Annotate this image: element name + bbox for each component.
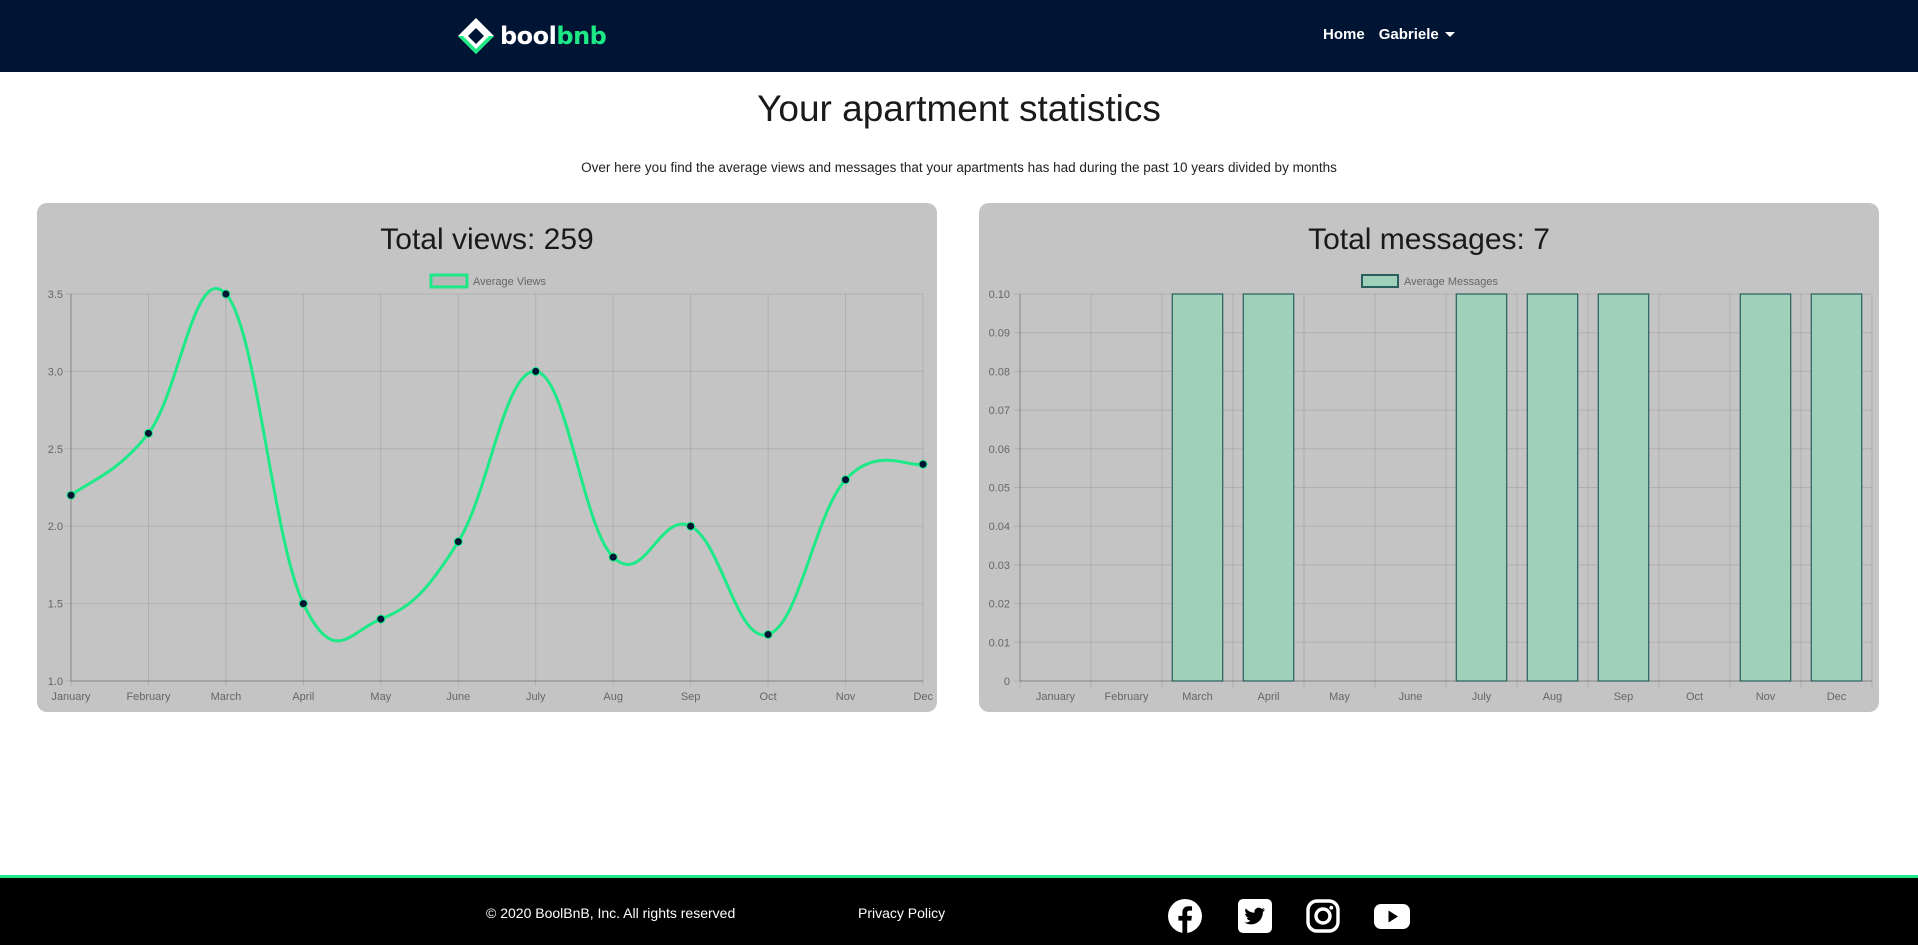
x-tick-label: June [446,691,470,703]
x-tick-label: Nov [1756,691,1776,703]
y-tick-label: 1.0 [48,676,63,688]
bar[interactable] [1526,293,1579,682]
y-tick-label: 0.07 [989,405,1010,417]
views-chart-card: 1.0 1.5 2.0 2.5 3.0 3.5 January February March Ap… [37,203,937,712]
y-tick-label: 0 [1004,676,1010,688]
x-tick-label: Aug [1543,691,1563,703]
user-menu-toggle[interactable]: Gabriele [1379,26,1455,43]
twitter-icon[interactable] [1237,898,1273,934]
x-tick-label: January [51,691,91,703]
x-tick-label: Aug [603,691,623,703]
y-tick-label: 0.01 [989,637,1010,649]
y-tick-label: 3.0 [48,366,63,378]
facebook-icon[interactable] [1167,898,1203,934]
data-point[interactable] [763,630,773,640]
privacy-policy-link[interactable]: Privacy Policy [858,905,945,921]
x-tick-label: Dec [1827,691,1847,703]
series-line [70,287,924,643]
bar[interactable] [1810,293,1863,682]
data-point[interactable] [608,552,618,562]
y-tick-label: 0.10 [989,289,1010,301]
brand-logo[interactable]: boolbnb [456,16,607,56]
navbar: boolbnb Home Gabriele [0,0,1918,72]
bar[interactable] [1242,293,1295,682]
x-tick-label: June [1399,691,1423,703]
bar[interactable] [1455,293,1508,682]
instagram-icon[interactable] [1305,898,1341,934]
x-tick-label: March [211,691,242,703]
nav-links: Home Gabriele [1323,26,1455,43]
legend-swatch[interactable] [1361,274,1399,288]
data-point[interactable] [66,490,76,500]
legend-swatch[interactable] [429,273,469,289]
y-tick-label: 0.02 [989,599,1010,611]
x-tick-label: July [1472,691,1492,703]
y-tick-label: 2.5 [48,444,63,456]
data-point[interactable] [221,289,231,299]
x-tick-label: February [126,691,171,703]
x-tick-label: May [1329,691,1350,703]
x-tick-label: April [292,691,314,703]
y-tick-label: 0.06 [989,444,1010,456]
x-tick-label: March [1182,691,1213,703]
x-tick-label: Dec [913,691,933,703]
x-tick-label: April [1257,691,1279,703]
messages-card-title: Total messages: 7 [1308,223,1550,256]
y-tick-label: 2.0 [48,521,63,533]
nav-home-link[interactable]: Home [1323,26,1365,43]
y-tick-label: 0.04 [989,521,1010,533]
brand-name: boolbnb [500,22,607,50]
x-tick-label: February [1104,691,1149,703]
legend-label: Average Messages [1404,276,1498,288]
data-point[interactable] [376,614,386,624]
y-tick-label: 1.5 [48,599,63,611]
y-tick-label: 3.5 [48,289,63,301]
bar[interactable] [1739,293,1792,682]
bar[interactable] [1171,293,1224,682]
page-title: Your apartment statistics [757,88,1161,129]
x-tick-label: Sep [1614,691,1634,703]
data-point[interactable] [841,475,851,485]
views-card-title: Total views: 259 [380,223,594,256]
youtube-icon[interactable] [1374,898,1410,934]
x-tick-label: Nov [836,691,856,703]
y-tick-label: 0.03 [989,560,1010,572]
chevron-down-icon [1444,32,1455,37]
user-name: Gabriele [1378,26,1439,43]
x-tick-label: May [370,691,391,703]
footer: © 2020 BoolBnB, Inc. All rights reserved… [0,875,1918,945]
footer-copyright: © 2020 BoolBnB, Inc. All rights reserved [486,905,736,921]
logo-diamond-icon [458,18,494,54]
messages-chart-card: 0 0.01 0.02 0.03 0.04 0.05 0.06 0.07 0.08 0.09 0.1… [979,203,1879,712]
y-tick-label: 0.09 [989,328,1010,340]
data-point[interactable] [453,537,463,547]
y-tick-label: 0.05 [989,483,1010,495]
x-tick-label: Oct [760,691,777,703]
messages-bar-chart: 0 0.01 0.02 0.03 0.04 0.05 0.06 0.07 0.08 0.09 0.1… [989,274,1873,703]
legend-label: Average Views [473,276,546,288]
data-point[interactable] [298,599,308,609]
data-point[interactable] [686,521,696,531]
x-tick-label: January [1036,691,1076,703]
data-point[interactable] [143,428,153,438]
x-tick-label: Oct [1686,691,1703,703]
views-line-chart: 1.0 1.5 2.0 2.5 3.0 3.5 January February March Ap… [48,273,933,703]
data-point[interactable] [531,366,541,376]
bar[interactable] [1597,293,1650,682]
y-tick-label: 0.08 [989,366,1010,378]
data-point[interactable] [918,459,928,469]
x-tick-label: July [526,691,546,703]
page-subtitle: Over here you find the average views and… [581,160,1337,175]
x-tick-label: Sep [681,691,701,703]
